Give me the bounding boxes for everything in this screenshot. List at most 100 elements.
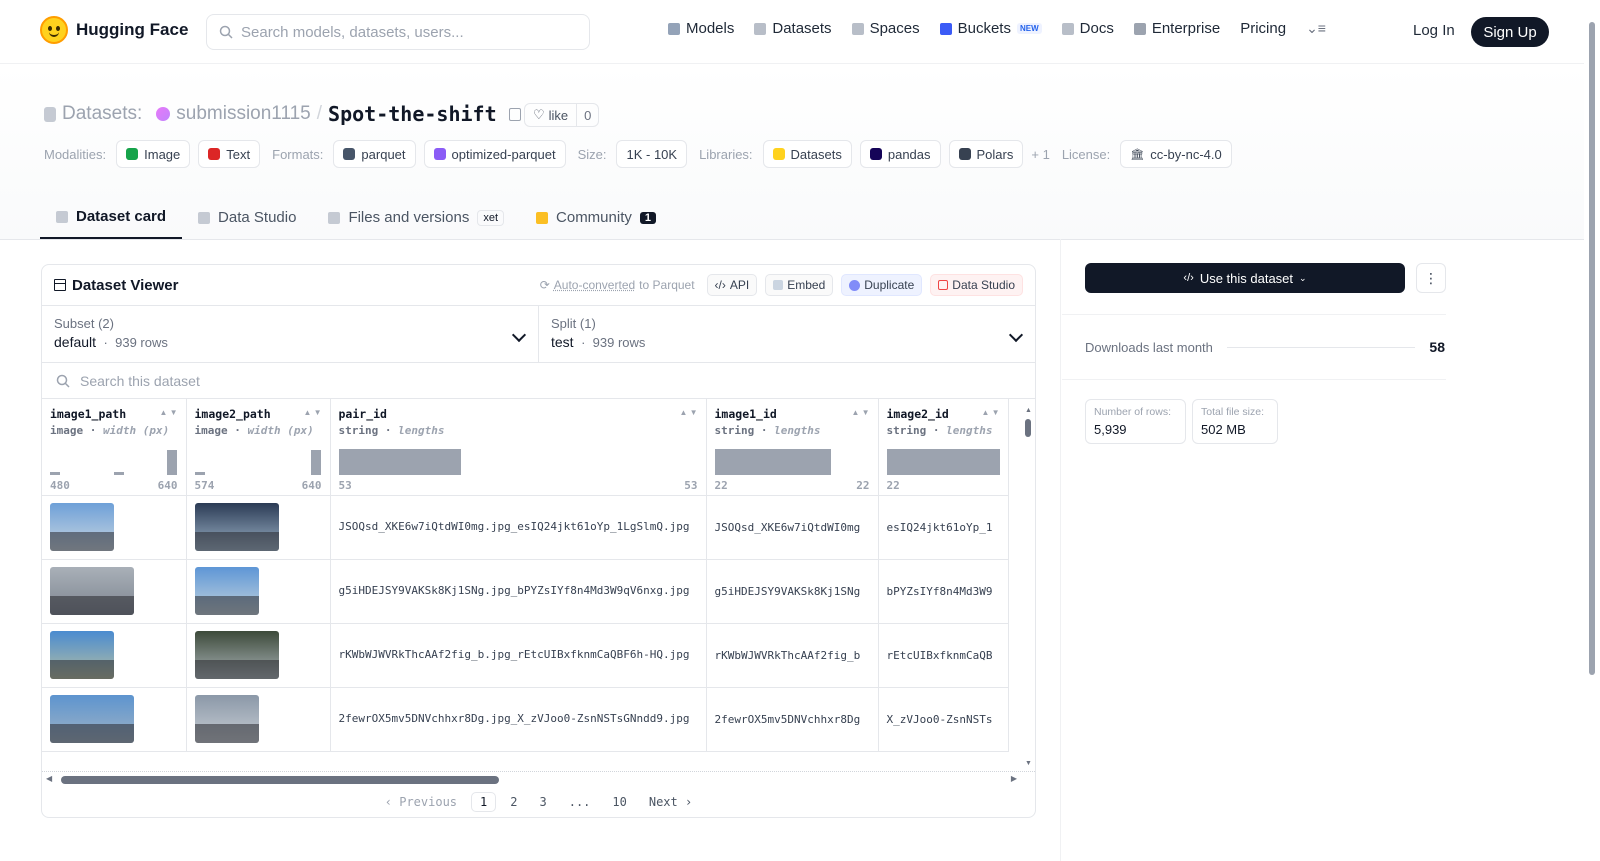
dataset-name[interactable]: Spot-the-shift <box>328 102 497 126</box>
auto-converted-text: to Parquet <box>639 278 695 292</box>
copy-icon[interactable] <box>508 107 521 121</box>
page-1[interactable]: 1 <box>471 792 497 812</box>
modality-tag-text[interactable]: Text <box>198 140 261 168</box>
cube-icon <box>668 22 680 35</box>
histogram-bar <box>113 471 124 475</box>
tab-data-studio[interactable]: Data Studio <box>182 196 312 239</box>
table-row[interactable]: 2fewrOX5mv5DNVchhxr8Dg.jpg_X_zVJoo0-ZsnN… <box>42 687 1009 752</box>
nav-item-pricing[interactable]: Pricing <box>1240 20 1286 37</box>
table-row[interactable]: rKWbWJWVRkThcAAf2fig_b.jpg_rEtcUIBxfknmC… <box>42 623 1009 688</box>
sort-icon[interactable]: ▲ ▼ <box>981 409 999 417</box>
range-min: 53 <box>338 479 352 492</box>
size-tag[interactable]: 1K - 10K <box>616 140 688 168</box>
column-header-image2-path[interactable]: image2_path image · width (px) ▲ ▼ 574 640 <box>186 399 331 496</box>
column-header-image1-path[interactable]: image1_path image · width (px) ▲ ▼ 480 640 <box>42 399 187 496</box>
subset-select[interactable]: Subset (2) default · 939 rows <box>42 306 538 362</box>
embed-button[interactable]: Embed <box>765 274 834 296</box>
libraries-more[interactable]: + 1 <box>1031 147 1049 162</box>
duplicate-button[interactable]: Duplicate <box>841 274 923 296</box>
column-header-image1-id[interactable]: image1_id string · lengths ▲ ▼ 22 22 <box>706 399 879 496</box>
image-thumbnail[interactable] <box>50 631 114 679</box>
modality-tag-image[interactable]: Image <box>116 140 191 168</box>
page-2[interactable]: 2 <box>502 793 525 811</box>
tab-files-and-versions[interactable]: Files and versions xet <box>312 196 520 239</box>
sort-icon[interactable]: ▲ ▼ <box>159 409 177 417</box>
table-row[interactable]: JSOQsd_XKE6w7iQtdWI0mg.jpg_esIQ24jkt61oY… <box>42 495 1009 560</box>
previous-page-button[interactable]: ‹ Previous <box>377 793 465 811</box>
split-select[interactable]: Split (1) test · 939 rows <box>538 306 1035 362</box>
login-link[interactable]: Log In <box>1413 22 1455 39</box>
scroll-right-icon[interactable]: ▶ <box>1011 774 1017 783</box>
table-horizontal-scrollbar[interactable]: ◀ ▶ <box>42 771 1035 787</box>
column-dtype: image <box>50 424 84 437</box>
library-tag-pandas[interactable]: pandas <box>859 140 941 168</box>
horizontal-scroll-thumb[interactable] <box>61 776 499 784</box>
image1-cell <box>42 687 187 752</box>
column-histogram <box>338 449 698 475</box>
sort-icon[interactable]: ▲ ▼ <box>851 409 869 417</box>
license-tag[interactable]: 🏛 cc-by-nc-4.0 <box>1120 140 1232 168</box>
page-ellipsis: ... <box>561 793 599 811</box>
range-min: 480 <box>50 479 70 492</box>
page-scroll-thumb[interactable] <box>1589 22 1595 675</box>
auto-converted-note[interactable]: ⟳ Auto-converted to Parquet <box>540 278 695 292</box>
image-thumbnail[interactable] <box>194 695 259 743</box>
use-this-dataset-button[interactable]: ‹/› Use this dataset ⌄ <box>1085 263 1405 293</box>
tab-community[interactable]: Community 1 <box>520 196 672 239</box>
image-thumbnail[interactable] <box>50 695 134 743</box>
tab-label: Files and versions <box>348 209 470 226</box>
scroll-left-icon[interactable]: ◀ <box>46 774 52 783</box>
data-studio-button[interactable]: Data Studio <box>930 274 1023 296</box>
like-button[interactable]: ♡ like 0 <box>524 103 600 127</box>
nav-item-buckets[interactable]: Buckets NEW <box>939 20 1042 37</box>
nav-item-models[interactable]: Models <box>668 20 734 37</box>
brand-logo[interactable]: Hugging Face <box>40 16 188 44</box>
format-tag-optimized-parquet[interactable]: optimized-parquet <box>423 140 566 168</box>
sort-icon[interactable]: ▲ ▼ <box>679 409 697 417</box>
range-max: 53 <box>684 479 698 492</box>
range-max: 22 <box>856 479 870 492</box>
library-tag-datasets[interactable]: Datasets <box>762 140 852 168</box>
signup-button[interactable]: Sign Up <box>1471 17 1549 47</box>
page-3[interactable]: 3 <box>531 793 554 811</box>
column-header-pair-id[interactable]: pair_id string · lengths ▲ ▼ 53 53 <box>330 399 707 496</box>
column-header-image2-id[interactable]: image2_id string · lengths ▲ ▼ 22 <box>878 399 1009 496</box>
viewer-title: Dataset Viewer <box>54 277 178 294</box>
page-10[interactable]: 10 <box>604 793 634 811</box>
dataset-search[interactable] <box>42 363 1035 399</box>
image-thumbnail[interactable] <box>194 567 259 615</box>
table-vertical-scrollbar[interactable]: ▲ ▼ <box>1025 407 1032 767</box>
global-search-input[interactable] <box>241 23 571 41</box>
format-tag-parquet[interactable]: parquet <box>333 140 416 168</box>
auto-converted-link[interactable]: Auto-converted <box>554 278 635 292</box>
pair-id-cell: 2fewrOX5mv5DNVchhxr8Dg.jpg_X_zVJoo0-ZsnN… <box>330 687 707 752</box>
scroll-up-icon[interactable]: ▲ <box>1025 407 1032 414</box>
vertical-scroll-thumb[interactable] <box>1025 419 1031 437</box>
nav-item-docs[interactable]: Docs <box>1061 20 1114 37</box>
table-row[interactable]: g5iHDEJSY9VAKSk8Kj1SNg.jpg_bPYZsIYf8n4Md… <box>42 559 1009 624</box>
tab-dataset-card[interactable]: Dataset card <box>40 196 183 239</box>
column-name: image1_id <box>714 407 777 421</box>
user-avatar[interactable] <box>156 107 171 121</box>
next-page-button[interactable]: Next › <box>641 793 700 811</box>
dataset-search-input[interactable] <box>80 372 480 389</box>
nav-item-enterprise[interactable]: Enterprise <box>1133 20 1220 37</box>
column-name: image2_path <box>194 407 271 421</box>
image-thumbnail[interactable] <box>50 503 114 551</box>
menu-icon[interactable]: ⌄≡ <box>1306 20 1326 37</box>
sort-icon[interactable]: ▲ ▼ <box>303 409 321 417</box>
global-search[interactable] <box>206 14 590 50</box>
api-button[interactable]: ‹/› API <box>706 274 758 296</box>
nav-item-datasets[interactable]: Datasets <box>754 20 832 37</box>
column-histogram <box>714 449 870 475</box>
nav-item-spaces[interactable]: Spaces <box>851 20 920 37</box>
image-thumbnail[interactable] <box>194 631 279 679</box>
more-options-button[interactable]: ⋮ <box>1416 263 1446 293</box>
page-scrollbar[interactable] <box>1584 0 1600 861</box>
viewer-title-text: Dataset Viewer <box>72 276 179 294</box>
breadcrumb-user[interactable]: submission1115 <box>176 103 310 125</box>
image-thumbnail[interactable] <box>50 567 134 615</box>
image-thumbnail[interactable] <box>194 503 279 551</box>
library-tag-polars[interactable]: Polars <box>948 140 1024 168</box>
scroll-down-icon[interactable]: ▼ <box>1025 760 1032 767</box>
